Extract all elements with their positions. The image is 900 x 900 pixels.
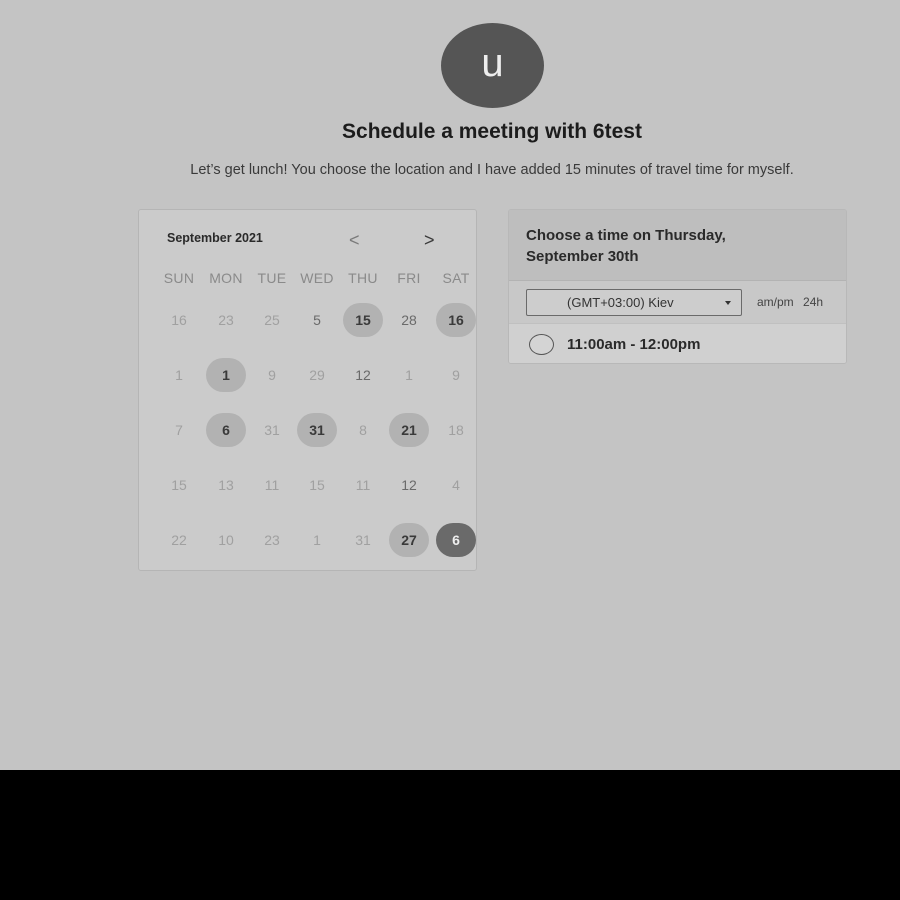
calendar-day: 22 <box>171 532 187 548</box>
month-label: September 2021 <box>167 231 263 245</box>
calendar-day: 11 <box>355 477 371 493</box>
calendar-day: 18 <box>448 422 464 438</box>
weekday-label: TUE <box>257 270 287 286</box>
time-panel-header: Choose a time on Thursday, September 30t… <box>509 210 846 281</box>
calendar-day: 4 <box>452 477 460 493</box>
calendar-day: 15 <box>309 477 325 493</box>
calendar-day: 12 <box>401 477 417 493</box>
calendar-day: 1 <box>313 532 321 548</box>
meeting-description: Let’s get lunch! You choose the location… <box>190 162 794 178</box>
calendar-day: 31 <box>355 532 371 548</box>
calendar-day: 9 <box>268 367 276 383</box>
calendar-day[interactable]: 16 <box>436 303 476 337</box>
weekday-label: THU <box>348 270 378 286</box>
calendar-day: 23 <box>264 532 280 548</box>
scheduling-page: u Schedule a meeting with 6test Let’s ge… <box>0 0 900 770</box>
caret-down-icon <box>725 301 731 305</box>
calendar-day: 29 <box>309 367 325 383</box>
time-panel-title: Choose a time on Thursday, September 30t… <box>526 227 726 265</box>
calendar-day: 9 <box>452 367 460 383</box>
slot-label: 11:00am - 12:00pm <box>567 336 701 353</box>
calendar-day: 1 <box>405 367 413 383</box>
calendar-day-selected[interactable]: 6 <box>436 523 476 557</box>
chevron-left-icon: < <box>349 230 360 250</box>
next-month-button[interactable]: > <box>424 230 435 250</box>
calendar-day: 5 <box>313 312 321 328</box>
calendar-day: 31 <box>264 422 280 438</box>
calendar-day: 16 <box>171 312 187 328</box>
calendar-day[interactable]: 6 <box>206 413 246 447</box>
calendar-day: 10 <box>218 532 234 548</box>
slot-radio[interactable] <box>529 334 554 355</box>
weekday-label: FRI <box>397 270 421 286</box>
calendar-day[interactable]: 31 <box>297 413 337 447</box>
timezone-select[interactable]: (GMT+03:00) Kiev <box>526 289 742 316</box>
calendar-day: 1 <box>175 367 183 383</box>
calendar-day: 25 <box>264 312 280 328</box>
prev-month-button[interactable]: < <box>349 230 360 250</box>
calendar-day: 28 <box>401 312 417 328</box>
calendar-day: 7 <box>175 422 183 438</box>
calendar-day[interactable]: 27 <box>389 523 429 557</box>
calendar-day: 11 <box>264 477 280 493</box>
weekday-label: MON <box>209 270 243 286</box>
format-24h-option[interactable]: 24h <box>803 295 823 309</box>
calendar: September 2021 < > SUN MON TUE WED THU FRI SAT… <box>138 209 477 571</box>
time-panel: Choose a time on Thursday, September 30t… <box>508 209 847 364</box>
format-ampm-option[interactable]: am/pm <box>757 295 794 309</box>
weekday-label: SUN <box>163 270 195 286</box>
time-format-toggle: am/pm 24h <box>757 295 823 309</box>
calendar-day[interactable]: 1 <box>206 358 246 392</box>
calendar-day: 15 <box>171 477 187 493</box>
avatar: u <box>441 23 544 108</box>
calendar-day: 12 <box>355 367 371 383</box>
chevron-right-icon: > <box>424 230 435 250</box>
timezone-value: (GMT+03:00) Kiev <box>567 295 674 310</box>
calendar-day[interactable]: 15 <box>343 303 383 337</box>
time-slot[interactable]: 11:00am - 12:00pm <box>509 323 846 363</box>
page-title: Schedule a meeting with 6test <box>342 120 642 143</box>
calendar-day[interactable]: 21 <box>389 413 429 447</box>
weekday-label: SAT <box>442 270 470 286</box>
calendar-day: 23 <box>218 312 234 328</box>
calendar-day: 8 <box>359 422 367 438</box>
calendar-day: 13 <box>218 477 234 493</box>
weekday-label: WED <box>300 270 334 286</box>
